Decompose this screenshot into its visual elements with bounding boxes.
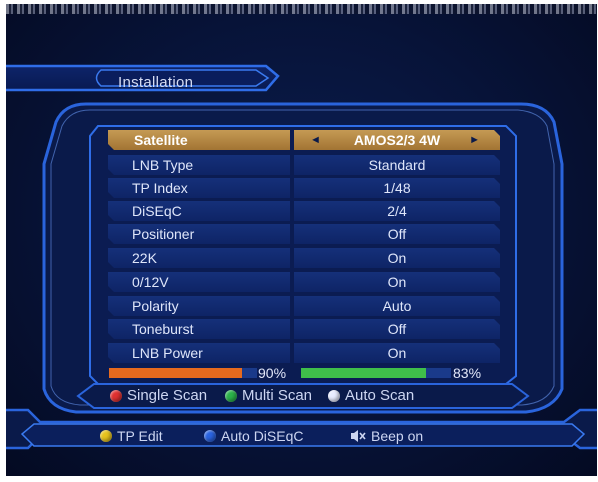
setting-label: Positioner [108, 224, 290, 244]
setting-label: 0/12V [108, 272, 290, 292]
setting-value: On [294, 272, 500, 292]
setting-value: On [294, 248, 500, 268]
setting-row-22k[interactable]: 22K On [108, 248, 500, 268]
single-scan-label: Single Scan [127, 387, 208, 404]
page-title: Installation [118, 74, 194, 91]
beep-label: Beep on [371, 428, 424, 444]
setting-row-tp-index[interactable]: TP Index 1/48 [108, 178, 500, 198]
signal-quality-fill [301, 368, 426, 378]
auto-diseqc-action[interactable]: Auto DiSEqC [204, 428, 303, 444]
setting-value: Off [294, 224, 500, 244]
speaker-mute-icon [351, 430, 366, 442]
setting-row-lnb-power[interactable]: LNB Power On [108, 343, 500, 363]
multi-scan-action[interactable]: Multi Scan [225, 387, 312, 404]
auto-scan-action[interactable]: Auto Scan [328, 387, 414, 404]
setting-label: LNB Power [108, 343, 290, 363]
white-key-icon [328, 389, 340, 402]
signal-quality-bar [300, 367, 452, 379]
setting-label: TP Index [108, 178, 290, 198]
setting-value: On [294, 343, 500, 363]
setting-label: Polarity [108, 296, 290, 316]
signal-strength-fill [109, 368, 243, 378]
tp-edit-action[interactable]: TP Edit [100, 428, 163, 444]
auto-diseqc-label: Auto DiSEqC [221, 428, 304, 444]
setting-row-lnb-type[interactable]: LNB Type Standard [108, 155, 500, 175]
setting-label: LNB Type [108, 155, 290, 175]
signal-quality-label: 83% [453, 365, 482, 381]
signal-strength-bar [108, 367, 258, 379]
auto-scan-label: Auto Scan [345, 387, 415, 404]
arrow-left-icon[interactable]: ◄ [310, 130, 321, 150]
setting-value: Standard [294, 155, 500, 175]
red-key-icon [110, 389, 122, 402]
satellite-selector[interactable]: ◄ AMOS2/3 4W ► [294, 130, 500, 150]
tp-edit-label: TP Edit [117, 428, 163, 444]
setting-row-0-12v[interactable]: 0/12V On [108, 272, 500, 292]
setting-value: Auto [294, 296, 500, 316]
blue-key-icon [204, 430, 216, 442]
setting-value: 1/48 [294, 178, 500, 198]
beep-action[interactable]: Beep on [350, 428, 423, 444]
green-key-icon [225, 389, 237, 402]
setting-label: Toneburst [108, 319, 290, 339]
multi-scan-label: Multi Scan [242, 387, 313, 404]
setting-label: DiSEqC [108, 201, 290, 221]
setting-value: AMOS2/3 4W [353, 132, 441, 148]
setting-row-satellite[interactable]: Satellite ◄ AMOS2/3 4W ► [108, 130, 500, 150]
setting-row-diseqc[interactable]: DiSEqC 2/4 [108, 201, 500, 221]
setting-label: Satellite [108, 130, 290, 150]
setting-value: Off [294, 319, 500, 339]
setting-label: 22K [108, 248, 290, 268]
single-scan-action[interactable]: Single Scan [110, 387, 207, 404]
setting-row-toneburst[interactable]: Toneburst Off [108, 319, 500, 339]
signal-strength-label: 90% [258, 365, 287, 381]
tv-screen: Installation Satellite ◄ AMOS2/3 4W ► LN… [6, 4, 597, 476]
yellow-key-icon [100, 430, 112, 442]
setting-row-positioner[interactable]: Positioner Off [108, 224, 500, 244]
setting-value: 2/4 [294, 201, 500, 221]
arrow-right-icon[interactable]: ► [469, 130, 480, 150]
setting-row-polarity[interactable]: Polarity Auto [108, 296, 500, 316]
